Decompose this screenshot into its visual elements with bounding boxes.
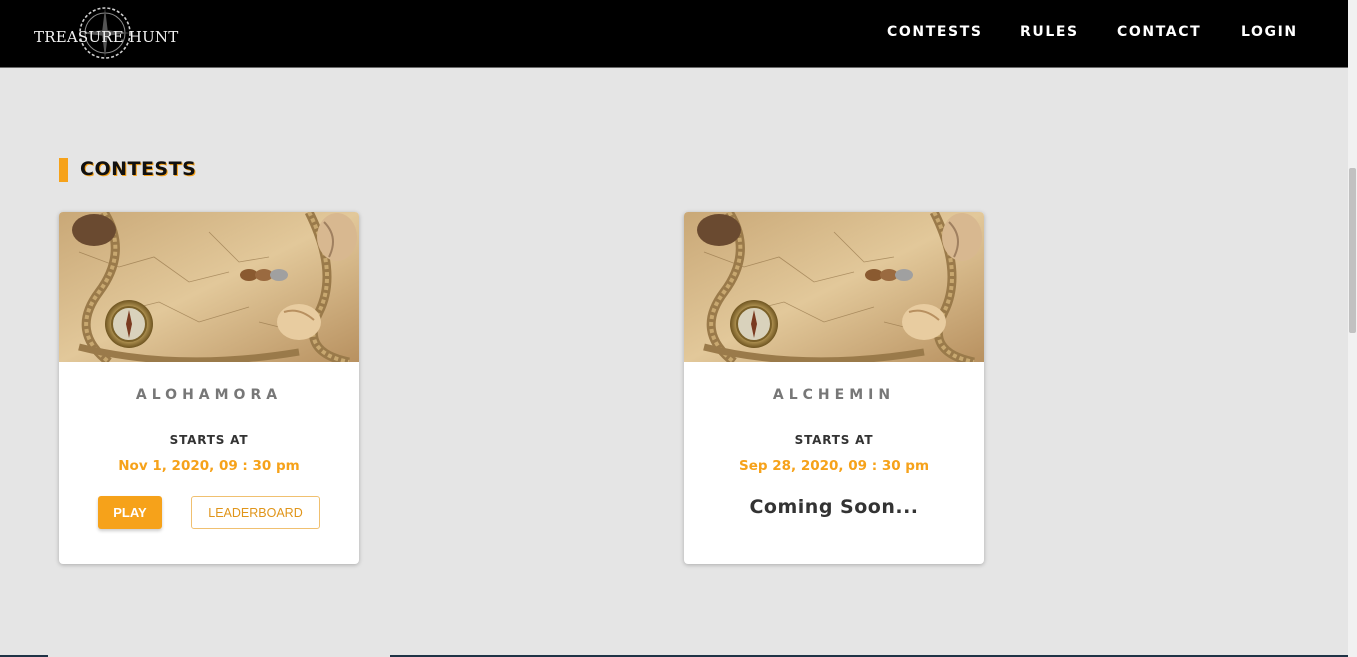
contest-card-alohamora: ALOHAMORA STARTS AT Nov 1, 2020, 09 : 30… (59, 212, 359, 564)
starts-at-label: STARTS AT (794, 433, 874, 447)
treasure-map-image (59, 212, 359, 362)
play-button[interactable]: PLAY (98, 496, 162, 529)
section-title-marker (59, 158, 68, 182)
nav-login[interactable]: LOGIN (1241, 24, 1298, 40)
nav-contests[interactable]: CONTESTS (887, 24, 983, 40)
leaderboard-button[interactable]: LEADERBOARD (191, 496, 320, 529)
starts-at-date: Sep 28, 2020, 09 : 30 pm (738, 458, 930, 474)
contest-name: ALCHEMIN (772, 387, 896, 403)
starts-at-label: STARTS AT (169, 433, 249, 447)
treasure-map-image (684, 212, 984, 362)
section-title: CONTESTS (80, 158, 197, 180)
page-scrollbar[interactable] (1348, 0, 1357, 657)
treasure-hunt-logo[interactable]: TREASURE HUNT (32, 6, 178, 60)
nav-contact[interactable]: CONTACT (1117, 24, 1201, 40)
starts-at-date: Nov 1, 2020, 09 : 30 pm (118, 458, 300, 474)
coming-soon-status: Coming Soon... (749, 496, 919, 518)
contest-card-alchemin: ALCHEMIN STARTS AT Sep 28, 2020, 09 : 30… (684, 212, 984, 564)
nav-rules[interactable]: RULES (1020, 24, 1079, 40)
navbar: TREASURE HUNT CONTESTS RULES CONTACT LOG… (0, 0, 1348, 68)
logo-text: TREASURE HUNT (34, 28, 179, 46)
contest-name: ALOHAMORA (135, 387, 283, 403)
scrollbar-thumb[interactable] (1349, 168, 1356, 333)
